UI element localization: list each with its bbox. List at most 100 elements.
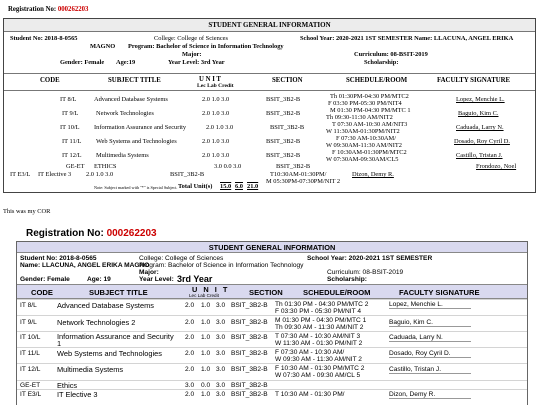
subject-title: Multimedia Systems [96, 152, 149, 159]
subject-units: 2.0 1.0 3.0 [202, 152, 230, 159]
section-header: SECTION [249, 288, 283, 297]
section-header: SECTION [272, 77, 303, 84]
subject-section: BSIT_3B2-B [276, 163, 311, 170]
table-row: IT 10/L Information Assurance and Securi… [4, 121, 535, 135]
subject-code: IT E3/L [20, 391, 42, 398]
faculty-signature: Baguio, Kim C. [458, 110, 499, 117]
table-row: IT 11/L Web Systems and Technologies 2.0… [17, 347, 527, 363]
units-lec: 2.0 [185, 350, 195, 357]
subject-code: IT 9/L [20, 319, 37, 326]
units-header: U N I T [199, 76, 221, 83]
faculty-signature: Dosado, Roy Cyril D. [389, 350, 471, 359]
registration-number: 000262203 [57, 6, 89, 13]
table-row: IT 9/L Network Technologies 2 2.0 1.0 3.… [17, 315, 527, 331]
registration-label: Registration No: [8, 6, 57, 13]
subject-rows: IT 8/L Advanced Database Systems 2.0 1.0… [4, 91, 535, 192]
subject-units: 2.0 1.0 3.0 [202, 138, 230, 145]
subject-section: BSIT_3B2-B [231, 302, 268, 309]
units-credit: 3.0 [216, 334, 226, 341]
subject-title: Web Systems and Technologies [96, 138, 177, 145]
table-row: IT 8/L Advanced Database Systems 2.0 1.0… [17, 299, 527, 315]
subject-title: Information Assurance and Security [94, 124, 187, 131]
units-lab: 1.0 [201, 366, 211, 373]
student-number: Student No: 2018-8-0565 [20, 255, 97, 262]
subject-section: BSIT_3B2-B [266, 152, 301, 159]
school-year-name: School Year: 2020-2021 1ST SEMESTER Name… [300, 35, 514, 42]
college: College: College of Sciences [154, 35, 229, 42]
faculty-signature: Frondozo, Noel [476, 163, 517, 170]
units-lab: 1.0 [201, 350, 211, 357]
subject-code: IT 12/L [62, 152, 82, 159]
table-row: IT 8/L Advanced Database Systems 2.0 1.0… [4, 93, 535, 107]
column-header-row: CODE SUBJECT TITLE U N I T Lec Lab Credi… [4, 74, 535, 91]
units-lec: 2.0 [185, 391, 195, 398]
units-credit: 3.0 [216, 366, 226, 373]
units-lec: 2.0 [185, 366, 195, 373]
subject-title: Network Technologies 2 [57, 318, 136, 327]
table-row: IT E3/L IT Elective 3 2.0 1.0 3.0 BSIT_3… [4, 170, 535, 185]
faculty-header: FACULTY SIGNATURE [399, 288, 480, 297]
student-info-block: Student No: 2018-8-0565 Name: LLACUNA, A… [17, 253, 527, 285]
original-cor-section: Registration No: 000262203 STUDENT GENER… [0, 0, 540, 215]
schedule-line-2: F 03:30 PM-05:30 PM/NIT4 [328, 100, 402, 107]
subject-code: IT 8/L [60, 96, 77, 103]
schedule-line-2: W 11:30AM-01:30PM/NIT2 [326, 128, 400, 135]
faculty-signature: Dosado, Roy Cyril D. [454, 138, 510, 145]
subject-section: BSIT_3B2-B [266, 110, 301, 117]
schedule-header: SCHEDULE/ROOM [303, 288, 371, 297]
subject-header: SUBJECT TITLE [89, 288, 148, 297]
units-credit: 3.0 [216, 319, 226, 326]
column-header-row: CODE SUBJECT TITLE U N I T Lec Lab Credi… [17, 285, 527, 299]
units-lab: 1.0 [201, 334, 211, 341]
subject-header: SUBJECT TITLE [108, 77, 161, 84]
table-row: IT E3/L IT Elective 3 2.0 1.0 3.0 BSIT_3… [17, 389, 527, 400]
schedule-line-2: W 07:30 AM - 09:30 AM/CL 5 [275, 372, 361, 379]
gender: Gender: Female [60, 59, 105, 66]
college: College: College of Sciences [139, 255, 224, 262]
student-number: Student No: 2018-8-0565 [10, 35, 78, 42]
faculty-signature: Lopez, Menchie L. [389, 301, 471, 310]
units-lec: 2.0 [185, 319, 195, 326]
subject-title: IT Elective 3 [38, 171, 72, 178]
subject-title: Advanced Database Systems [57, 301, 154, 310]
faculty-header: FACULTY SIGNATURE [437, 77, 511, 84]
registration-number-line: Registration No: 000262203 [26, 228, 157, 239]
registration-number: 000262203 [106, 228, 157, 239]
caption-text: This was my COR [3, 208, 51, 215]
curriculum: Curriculum: 08-BSIT-2019 [354, 51, 428, 58]
subject-rows: IT 8/L Advanced Database Systems 2.0 1.0… [17, 299, 527, 400]
gender: Gender: Female [20, 276, 70, 283]
table-row: IT 12/L Multimedia Systems 2.0 1.0 3.0 B… [4, 149, 535, 163]
table-title: STUDENT GENERAL INFORMATION [4, 19, 535, 32]
code-header: CODE [40, 77, 60, 84]
table-row: IT 12/L Multimedia Systems 2.0 1.0 3.0 B… [17, 363, 527, 380]
schedule-line-1: F 10:30AM-01:30PM/MTC2 [332, 149, 407, 156]
student-info-block: Student No: 2018-8-0565 College: College… [4, 32, 535, 74]
schedule-line-1: T10:30AM-01:30PM/ [270, 171, 327, 178]
subject-title: Web Systems and Technologies [57, 349, 162, 358]
subject-code: IT 11/L [62, 138, 82, 145]
schedule-line-2: Th 09:30-11:30 AM/NIT2 [326, 114, 393, 121]
age: Age:19 [116, 59, 136, 66]
table-title: STUDENT GENERAL INFORMATION [17, 242, 527, 253]
reformatted-cor-section: Registration No: 000262203 STUDENT GENER… [0, 218, 540, 405]
subject-units: 2.0 1.0 3.0 [202, 110, 230, 117]
faculty-signature: Dizon, Demy R. [352, 171, 394, 178]
subject-title: IT Elective 3 [57, 390, 98, 399]
subject-section: BSIT_3B2-B [266, 138, 301, 145]
schedule-line-1: T 10:30 AM - 01:30 PM/ [275, 391, 345, 398]
subject-units: 2.0 1.0 3.0 [202, 96, 230, 103]
schedule-line-2: W 09:30AM-11:30 AM/NIT2 [326, 142, 402, 149]
student-name: Name: LLACUNA, ANGEL ERIKA MAGNO [20, 262, 150, 269]
faculty-signature: Caduada, Larry N. [389, 334, 471, 343]
curriculum: Curriculum: 08-BSIT-2019 [327, 269, 404, 276]
scholarship: Scholarship: [327, 276, 367, 283]
year-level-label: Year Level: [139, 276, 174, 283]
subject-title: Advanced Database Systems [94, 96, 168, 103]
units-lab: 1.0 [201, 319, 211, 326]
faculty-signature: Lopez, Menchie L. [456, 96, 505, 103]
student-info-table: STUDENT GENERAL INFORMATION Student No: … [16, 241, 528, 405]
total-units-label: Total Unit(s) [178, 183, 213, 190]
schedule-line-1: T 07:30 AM-10:30 AM/NIT3 [332, 121, 408, 128]
major: Major: [182, 51, 202, 58]
